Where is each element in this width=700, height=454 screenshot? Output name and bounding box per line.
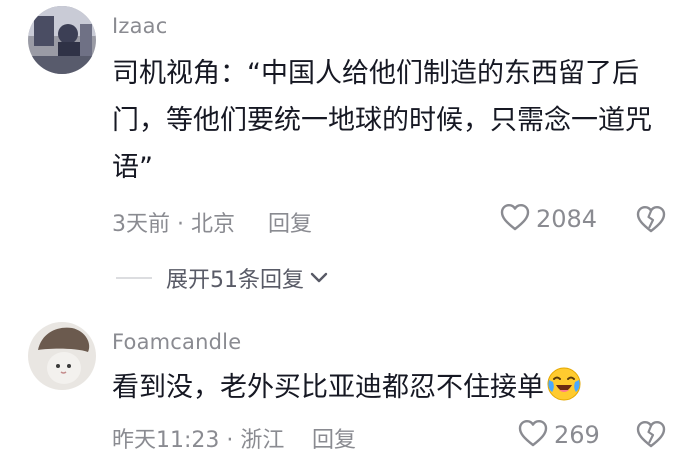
chevron-down-icon [310, 272, 328, 284]
dislike-button[interactable] [636, 420, 666, 452]
comment-time-location: 3天前 · 北京 [112, 212, 235, 237]
username[interactable]: Foamcandle [112, 330, 241, 354]
comment-time-location: 昨天11:23 · 浙江 [112, 428, 285, 453]
comment-text: 司机视角：“中国人给他们制造的东西留了后门，等他们要统一地球的时候，只需念一道咒… [112, 58, 652, 183]
avatar[interactable] [28, 6, 96, 74]
divider [116, 277, 152, 279]
comment-text: 看到没，老外买比亚迪都忍不住接单 [112, 364, 657, 417]
like-button[interactable]: 2084 [500, 203, 597, 235]
like-count: 269 [554, 421, 600, 449]
heart-icon [500, 203, 530, 235]
broken-heart-icon [636, 421, 666, 452]
like-button[interactable]: 269 [518, 419, 600, 451]
comment-text-content: 看到没，老外买比亚迪都忍不住接单 [112, 372, 544, 403]
broken-heart-icon [636, 206, 666, 237]
expand-replies-button[interactable]: 展开51条回复 [116, 262, 328, 294]
expand-replies-label: 展开51条回复 [166, 268, 304, 293]
avatar[interactable] [28, 322, 96, 390]
dislike-button[interactable] [636, 205, 666, 237]
laughing-with-tears-emoji [546, 366, 582, 417]
reply-button[interactable]: 回复 [268, 206, 312, 238]
username[interactable]: Izaac [112, 14, 168, 38]
heart-icon [518, 419, 548, 451]
reply-button[interactable]: 回复 [312, 422, 356, 454]
like-count: 2084 [536, 205, 598, 233]
